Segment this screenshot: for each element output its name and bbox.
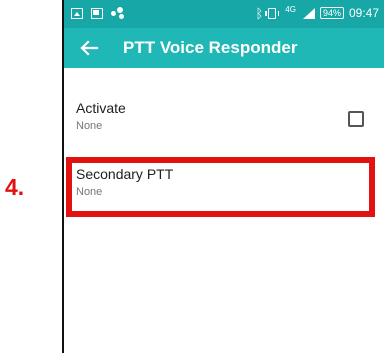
- status-right-icons: ᛒ 4G 94% 09:47: [255, 4, 379, 21]
- step-highlight-box: [66, 157, 375, 217]
- app-title: PTT Voice Responder: [123, 38, 298, 57]
- activate-title: Activate: [76, 100, 126, 116]
- screenshot-canvas: 4. ᛒ 4G 94% 09:47 PTT Voice Responder Ac…: [0, 0, 384, 353]
- bluetooth-icon: ᛒ: [255, 5, 264, 21]
- activate-checkbox[interactable]: [348, 111, 364, 127]
- battery-icon: 94%: [319, 7, 344, 19]
- dots-icon: [111, 7, 125, 19]
- app-bar: PTT Voice Responder: [64, 28, 384, 68]
- vibrate-icon: [265, 7, 280, 19]
- status-left-icons: [71, 7, 125, 19]
- signal-icon: [301, 7, 315, 19]
- activate-summary: None: [76, 120, 103, 132]
- image-icon: [71, 7, 83, 19]
- step-number-label: 4.: [5, 174, 25, 200]
- gallery-icon: [91, 7, 103, 19]
- arrow-left-icon: [80, 40, 99, 56]
- activate-preference[interactable]: Activate None: [64, 96, 384, 144]
- back-button[interactable]: [78, 37, 100, 59]
- status-bar: ᛒ 4G 94% 09:47: [64, 0, 384, 28]
- status-time: 09:47: [348, 6, 379, 20]
- network-label: 4G: [285, 4, 296, 14]
